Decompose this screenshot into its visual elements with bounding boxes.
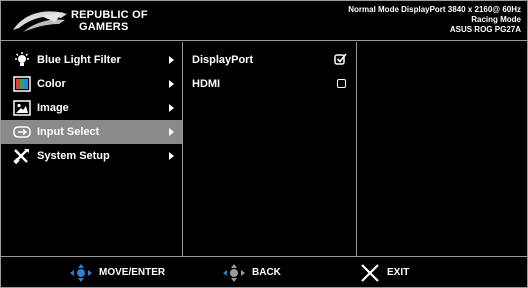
osd-header: REPUBLIC OF GAMERS Normal Mode DisplayPo… [1, 1, 527, 41]
menu-item-image[interactable]: Image [1, 96, 182, 120]
image-icon [13, 100, 31, 116]
back-label: BACK [252, 267, 281, 278]
back-hint: BACK [222, 257, 281, 288]
menu-item-color[interactable]: Color [1, 72, 182, 96]
joystick-back-icon [223, 263, 245, 282]
joystick-move-icon [70, 263, 92, 282]
option-hdmi[interactable]: HDMI [183, 74, 356, 94]
chevron-right-icon [169, 152, 174, 160]
status-info: Normal Mode DisplayPort 3840 x 2160@ 60H… [348, 5, 521, 35]
exit-label: EXIT [387, 267, 410, 278]
chevron-right-icon [169, 56, 174, 64]
checkbox-checked-icon[interactable] [334, 53, 348, 65]
brand-line-1: REPUBLIC OF [71, 9, 148, 21]
status-preset: Racing Mode [471, 15, 521, 24]
menu-item-label: Input Select [37, 126, 100, 138]
move-enter-hint: MOVE/ENTER [69, 257, 165, 288]
menu-item-label: Color [37, 78, 66, 90]
close-icon [361, 263, 379, 282]
menu-item-blue-light-filter[interactable]: Blue Light Filter [1, 48, 182, 72]
input-select-icon [13, 124, 31, 140]
chevron-right-icon [169, 128, 174, 136]
status-mode-resolution: Normal Mode DisplayPort 3840 x 2160@ 60H… [348, 5, 521, 14]
brand-text: REPUBLIC OF GAMERS [71, 9, 148, 33]
brand-line-2: GAMERS [79, 21, 129, 33]
exit-hint: EXIT [359, 257, 409, 288]
blue-light-filter-icon [13, 52, 31, 68]
menu-item-input-select[interactable]: Input Select [1, 120, 182, 144]
detail-panel [357, 42, 527, 256]
option-displayport[interactable]: DisplayPort [183, 50, 356, 70]
color-icon [13, 76, 31, 92]
menu-item-system-setup[interactable]: System Setup [1, 144, 182, 168]
menu-item-label: Image [37, 102, 69, 114]
option-label: HDMI [192, 78, 221, 90]
osd-window: REPUBLIC OF GAMERS Normal Mode DisplayPo… [0, 0, 528, 288]
osd-footer: MOVE/ENTER BACK EXIT [1, 256, 527, 287]
menu-item-label: System Setup [37, 150, 110, 162]
chevron-right-icon [169, 104, 174, 112]
chevron-right-icon [169, 80, 174, 88]
status-model: ASUS ROG PG27A [449, 25, 521, 34]
move-enter-label: MOVE/ENTER [99, 267, 166, 278]
checkbox-unchecked-icon[interactable] [337, 79, 346, 88]
option-label: DisplayPort [192, 54, 254, 66]
submenu-options: DisplayPort HDMI [183, 42, 357, 256]
menu-item-label: Blue Light Filter [37, 54, 121, 66]
main-menu: Blue Light Filter Color Image Input Sele… [1, 42, 183, 256]
system-setup-icon [13, 148, 31, 164]
